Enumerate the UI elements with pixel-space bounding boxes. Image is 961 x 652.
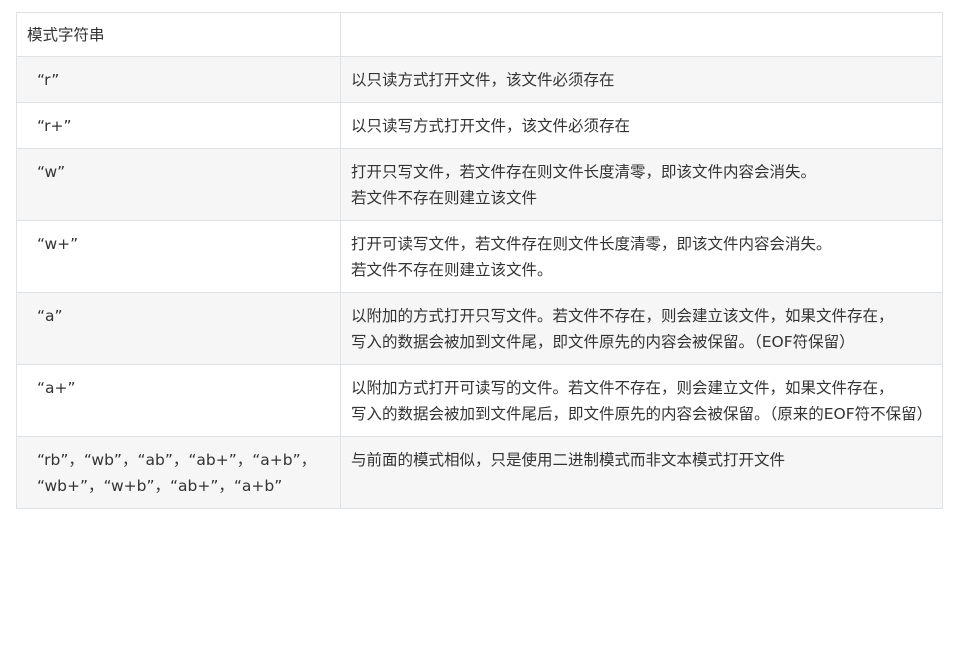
description-cell: 打开只写文件，若文件存在则文件长度清零，即该文件内容会消失。 若文件不存在则建立… bbox=[340, 148, 943, 221]
table-row: “r” 以只读方式打开文件，该文件必须存在 bbox=[16, 56, 943, 103]
mode-cell: “w+” bbox=[16, 220, 341, 293]
mode-cell: “r+” bbox=[16, 102, 341, 149]
table-row: “r+” 以只读写方式打开文件，该文件必须存在 bbox=[16, 102, 943, 149]
table-row: “a+” 以附加方式打开可读写的文件。若文件不存在，则会建立文件，如果文件存在，… bbox=[16, 364, 943, 437]
table-row: “w” 打开只写文件，若文件存在则文件长度清零，即该文件内容会消失。 若文件不存… bbox=[16, 148, 943, 221]
description-cell: 与前面的模式相似，只是使用二进制模式而非文本模式打开文件 bbox=[340, 436, 943, 509]
description-cell: 以附加的方式打开只写文件。若文件不存在，则会建立该文件，如果文件存在， 写入的数… bbox=[340, 292, 943, 365]
table-header-row: 模式字符串 bbox=[16, 12, 943, 57]
mode-cell: “a+” bbox=[16, 364, 341, 437]
mode-cell: “rb”，“wb”，“ab”，“ab+”，“a+b”， “wb+”，“w+b”，… bbox=[16, 436, 341, 509]
table-row: “w+” 打开可读写文件，若文件存在则文件长度清零，即该文件内容会消失。 若文件… bbox=[16, 220, 943, 293]
mode-cell: “w” bbox=[16, 148, 341, 221]
mode-cell: “r” bbox=[16, 56, 341, 103]
mode-cell: “a” bbox=[16, 292, 341, 365]
header-mode-string: 模式字符串 bbox=[16, 12, 341, 57]
description-cell: 打开可读写文件，若文件存在则文件长度清零，即该文件内容会消失。 若文件不存在则建… bbox=[340, 220, 943, 293]
description-cell: 以只读方式打开文件，该文件必须存在 bbox=[340, 56, 943, 103]
header-description bbox=[340, 12, 943, 57]
table-row: “rb”，“wb”，“ab”，“ab+”，“a+b”， “wb+”，“w+b”，… bbox=[16, 436, 943, 509]
file-mode-table: 模式字符串 “r” 以只读方式打开文件，该文件必须存在 “r+” 以只读写方式打… bbox=[16, 12, 943, 509]
description-cell: 以附加方式打开可读写的文件。若文件不存在，则会建立文件，如果文件存在， 写入的数… bbox=[340, 364, 943, 437]
table-row: “a” 以附加的方式打开只写文件。若文件不存在，则会建立该文件，如果文件存在， … bbox=[16, 292, 943, 365]
description-cell: 以只读写方式打开文件，该文件必须存在 bbox=[340, 102, 943, 149]
